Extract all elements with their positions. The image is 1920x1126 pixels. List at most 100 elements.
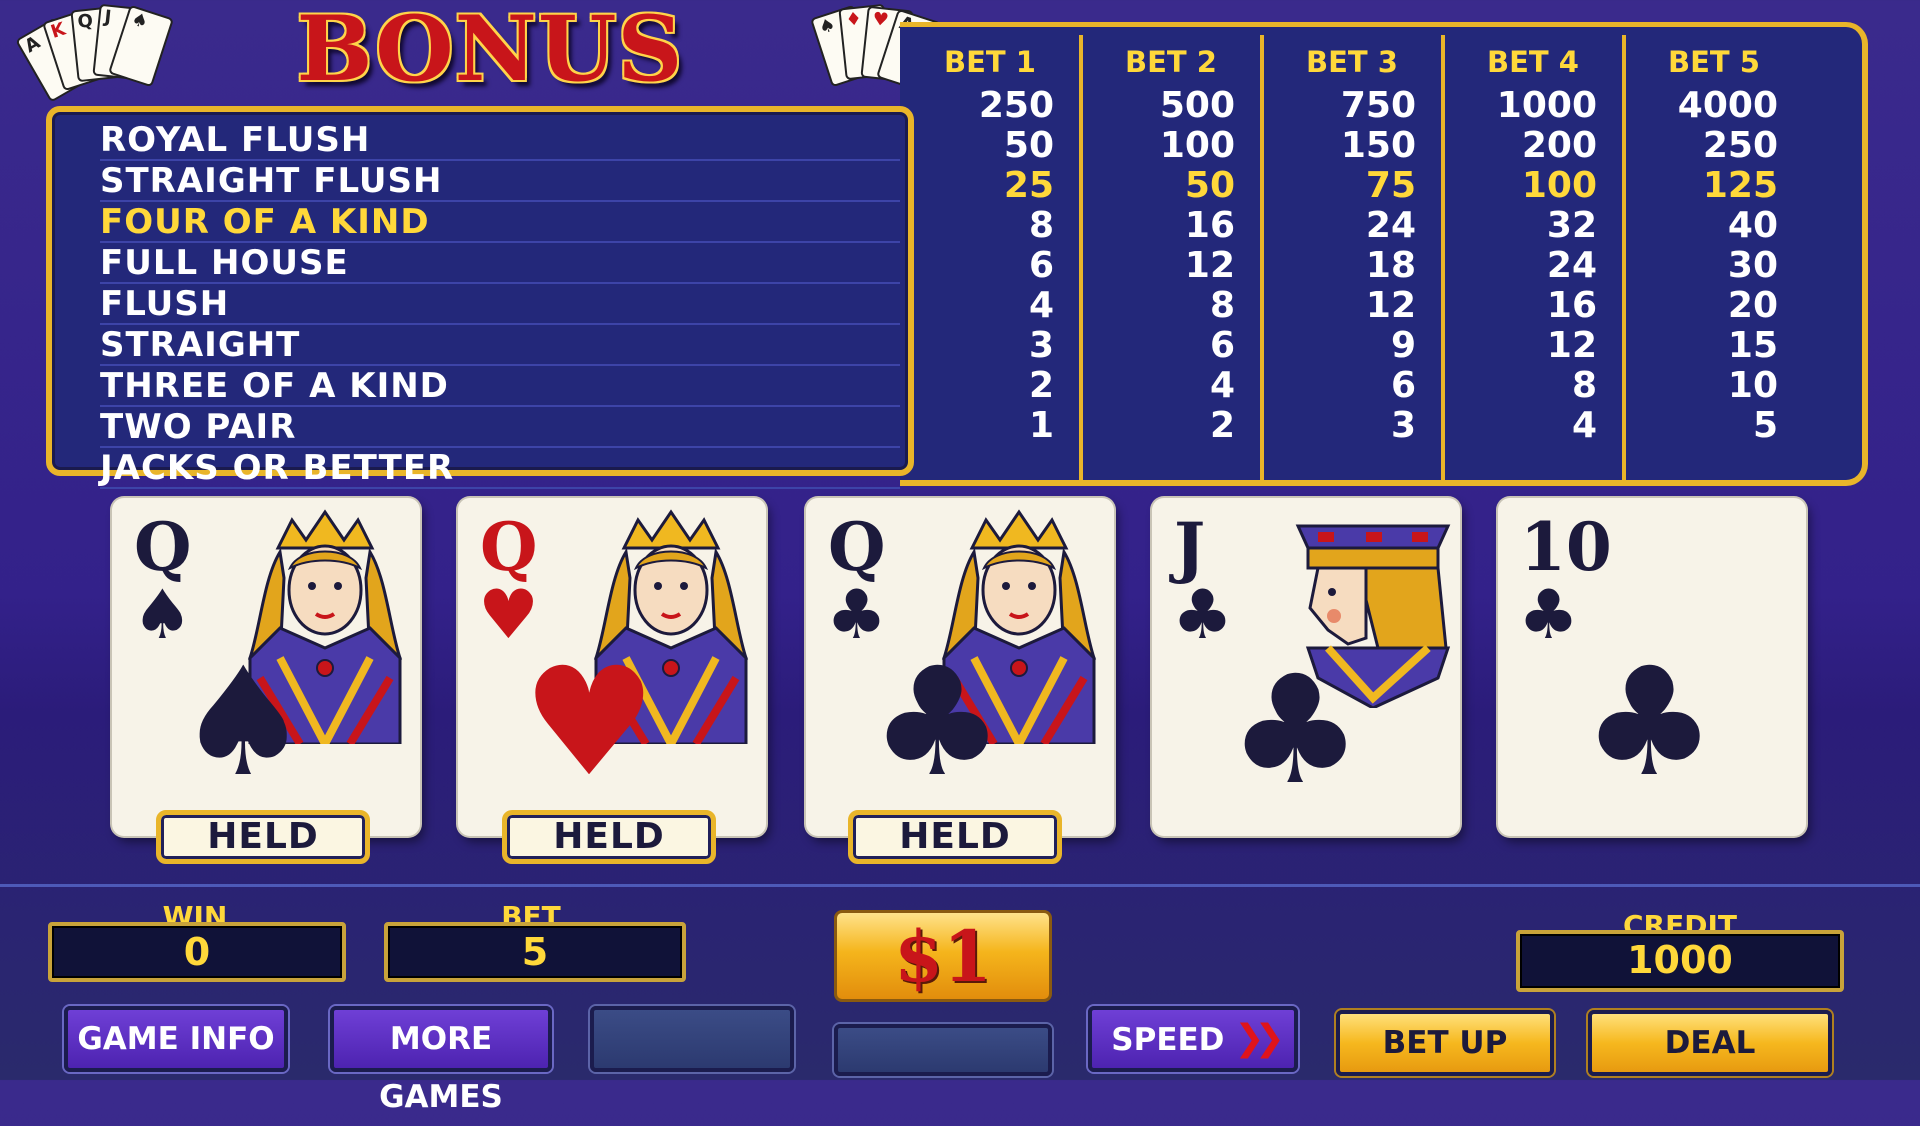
payout-value: 8 (1028, 205, 1054, 246)
payout-value: 30 (1727, 245, 1778, 286)
bet-column-header: BET 3 (1306, 45, 1398, 79)
hand-name: STRAIGHT FLUSH (100, 161, 900, 202)
game-title: BONUS POKER (150, 0, 830, 208)
card-suit-large-icon: ♣ (1582, 636, 1717, 810)
hand-name: JACKS OR BETTER (100, 448, 900, 489)
card-rank: Q (828, 508, 886, 586)
payout-list: 750 150 75 24 18 12 9 6 3 (1256, 85, 1416, 446)
payout-value: 750 (1340, 85, 1416, 126)
payout-value: 16 (1546, 285, 1597, 326)
payout-value: 20 (1727, 285, 1778, 326)
payout-value: 32 (1546, 205, 1597, 246)
payout-value: 250 (978, 85, 1054, 126)
payout-value: 75 (1365, 165, 1416, 206)
blank-button[interactable] (590, 1006, 794, 1072)
payout-list: 500 100 50 16 12 8 6 4 2 (1075, 85, 1235, 446)
bet-column-header: BET 5 (1668, 45, 1760, 79)
held-indicator[interactable]: HELD (502, 810, 716, 864)
payout-list: 4000 250 125 40 30 20 15 10 5 (1618, 85, 1778, 446)
payout-value: 150 (1340, 125, 1416, 166)
hand-name: FLUSH (100, 284, 900, 325)
payout-value: 125 (1702, 165, 1778, 206)
hand-name: TWO PAIR (100, 407, 900, 448)
speed-button[interactable]: SPEED ❯❯ (1088, 1006, 1298, 1072)
payout-value: 24 (1546, 245, 1597, 286)
bet-meter: 5 (384, 922, 686, 982)
bet-column-3[interactable]: BET 3 750 150 75 24 18 12 9 6 3 (1262, 27, 1442, 479)
payout-value: 4 (1571, 405, 1597, 446)
playing-card-4[interactable]: J ♣ ♣ (1152, 498, 1460, 836)
bet-column-header: BET 2 (1125, 45, 1217, 79)
bet-column-header: BET 1 (944, 45, 1036, 79)
card-suit-large-icon: ♣ (870, 636, 1005, 810)
held-indicator[interactable]: HELD (848, 810, 1062, 864)
card-rank: 10 (1520, 508, 1612, 586)
payout-value: 18 (1365, 245, 1416, 286)
card-suit-small-icon: ♣ (1172, 576, 1233, 655)
payout-value: 12 (1365, 285, 1416, 326)
payout-value: 250 (1702, 125, 1778, 166)
hand-name: STRAIGHT (100, 325, 900, 366)
paytable-values-panel: BET 1 250 50 25 8 6 4 3 2 1 BET 2 500 100 50 16 12 8 6 4 2 B… (900, 22, 1868, 486)
double-chevron-right-icon: ❯❯ (1234, 1018, 1284, 1059)
denomination-button[interactable]: $1 (834, 910, 1052, 1002)
paytable-hands-panel: ROYAL FLUSH STRAIGHT FLUSH FOUR OF A KIND F… (46, 106, 914, 489)
payout-value: 8 (1209, 285, 1235, 326)
payout-value: 1 (1028, 405, 1054, 446)
payout-value: 24 (1365, 205, 1416, 246)
payout-value: 6 (1028, 245, 1054, 286)
card-rank: Q (134, 508, 192, 586)
payout-value: 8 (1571, 365, 1597, 406)
payout-value: 6 (1209, 325, 1235, 366)
payout-value: 100 (1521, 165, 1597, 206)
held-indicator[interactable]: HELD (156, 810, 370, 864)
payout-value: 40 (1727, 205, 1778, 246)
payout-value: 100 (1159, 125, 1235, 166)
payout-value: 12 (1184, 245, 1235, 286)
more-games-button[interactable]: MORE GAMES (330, 1006, 552, 1115)
card-suit-small-icon: ♣ (1518, 576, 1579, 655)
bet-column-2[interactable]: BET 2 500 100 50 16 12 8 6 4 2 (1081, 27, 1261, 479)
payout-value: 500 (1159, 85, 1235, 126)
win-meter: 0 (48, 922, 346, 982)
hand-name: THREE OF A KIND (100, 366, 900, 407)
deal-button[interactable]: DEAL (1588, 1010, 1832, 1076)
payout-value: 6 (1390, 365, 1416, 406)
speed-label: SPEED (1111, 1022, 1225, 1058)
blank-button-2[interactable] (834, 1024, 1052, 1076)
card-rank: Q (480, 508, 538, 586)
hand-name: FULL HOUSE (100, 243, 900, 284)
payout-value: 2 (1028, 365, 1054, 406)
playing-card-2[interactable]: Q ♥ ♥ (458, 498, 766, 836)
payout-value: 3 (1390, 405, 1416, 446)
hand-name: ROYAL FLUSH (100, 120, 900, 161)
payout-value: 1000 (1496, 85, 1597, 126)
payout-value: 4000 (1677, 85, 1778, 126)
playing-card-1[interactable]: Q ♠ ♠ (112, 498, 420, 836)
playing-card-3[interactable]: Q ♣ ♣ (806, 498, 1114, 836)
credit-meter: 1000 (1516, 930, 1844, 992)
hand-name: FOUR OF A KIND (100, 202, 900, 243)
payout-value: 5 (1752, 405, 1778, 446)
playing-card-5[interactable]: 10 ♣ ♣ (1498, 498, 1806, 836)
game-info-button[interactable]: GAME INFO (64, 1006, 288, 1072)
bet-up-button[interactable]: BET UP (1336, 1010, 1554, 1076)
payout-value: 2 (1209, 405, 1235, 446)
bet-column-1[interactable]: BET 1 250 50 25 8 6 4 3 2 1 (900, 27, 1080, 479)
card-suit-large-icon: ♥ (522, 636, 657, 810)
payout-value: 50 (1184, 165, 1235, 206)
payout-list: 250 50 25 8 6 4 3 2 1 (894, 85, 1054, 446)
divider (0, 884, 1920, 887)
payout-value: 16 (1184, 205, 1235, 246)
bet-column-5[interactable]: BET 5 4000 250 125 40 30 20 15 10 5 (1624, 27, 1804, 479)
payout-value: 200 (1521, 125, 1597, 166)
payout-value: 12 (1546, 325, 1597, 366)
payout-value: 3 (1028, 325, 1054, 366)
payout-value: 10 (1727, 365, 1778, 406)
payout-value: 25 (1003, 165, 1054, 206)
payout-value: 15 (1727, 325, 1778, 366)
card-suit-large-icon: ♣ (1228, 644, 1363, 818)
payout-list: 1000 200 100 32 24 16 12 8 4 (1437, 85, 1597, 446)
card-rank: J (1174, 508, 1206, 586)
bet-column-4[interactable]: BET 4 1000 200 100 32 24 16 12 8 4 (1443, 27, 1623, 479)
